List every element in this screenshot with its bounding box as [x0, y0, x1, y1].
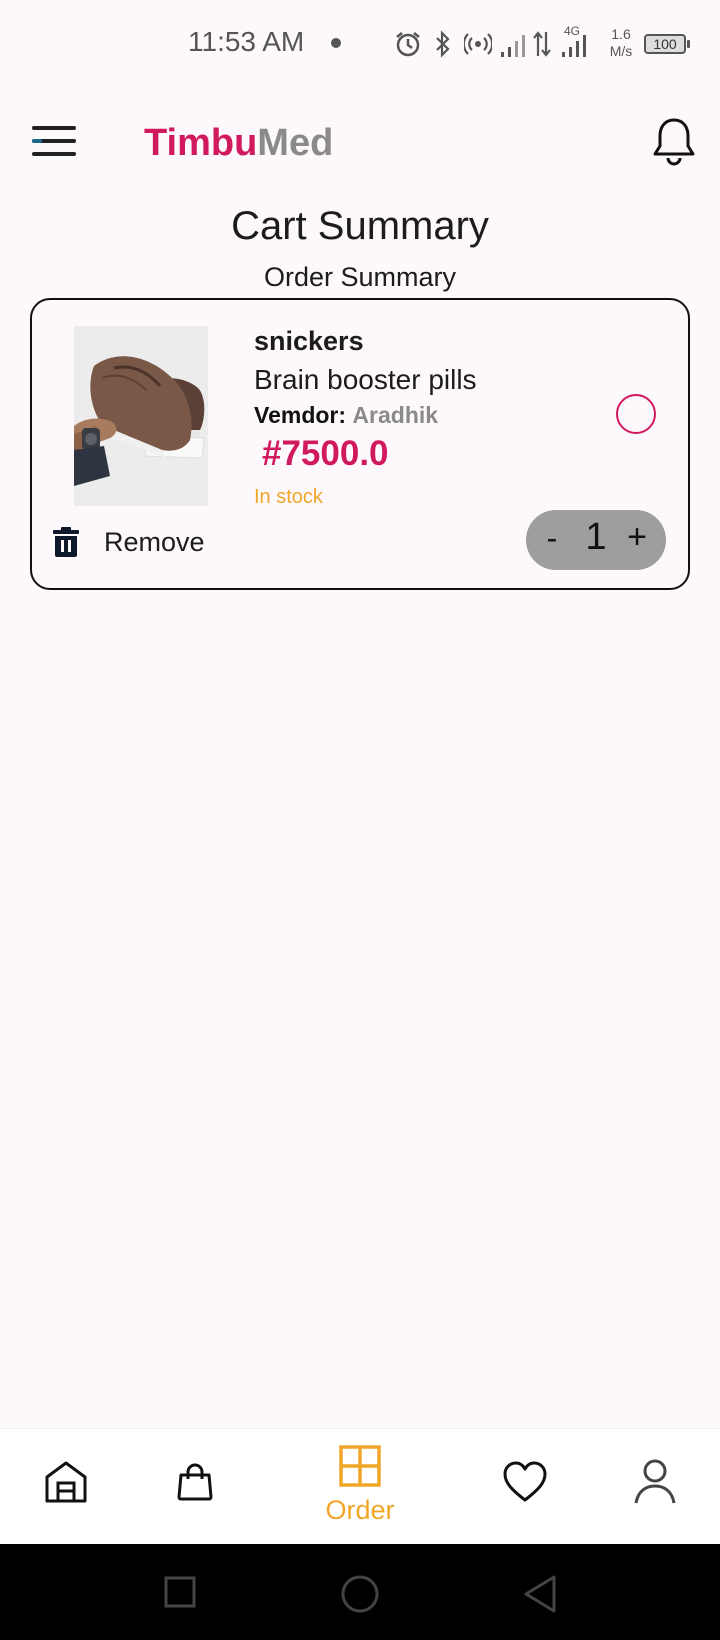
bell-icon	[653, 118, 695, 166]
quantity-value: 1	[585, 516, 607, 558]
recents-button[interactable]	[150, 1544, 210, 1640]
page-title: Cart Summary	[231, 204, 489, 248]
alarm-icon	[396, 32, 420, 57]
quantity-stepper: - 1 +	[526, 510, 666, 570]
home-circle-icon	[341, 1575, 379, 1613]
nav-order-label: Order	[325, 1495, 395, 1525]
menu-line	[32, 152, 76, 156]
network-speed: 1.6 M/s	[609, 26, 633, 59]
nav-order[interactable]: Order	[300, 1429, 420, 1545]
menu-line	[32, 126, 76, 130]
product-price: #7500.0	[262, 434, 389, 473]
vendor-info: Vemdor: Aradhik	[254, 402, 438, 429]
shopping-bag-icon	[177, 1463, 213, 1501]
notification-button[interactable]	[652, 116, 696, 170]
back-button[interactable]	[510, 1544, 570, 1640]
battery-icon: 100	[644, 34, 690, 54]
bluetooth-icon	[436, 30, 450, 58]
system-navigation-bar	[0, 1544, 720, 1640]
select-item-radio[interactable]	[616, 394, 656, 434]
remove-button[interactable]: Remove	[52, 522, 205, 562]
notification-dot	[331, 38, 341, 48]
vendor-label: Vemdor:	[254, 402, 347, 428]
nav-profile[interactable]	[610, 1429, 700, 1545]
brand-part2: Med	[257, 122, 334, 164]
menu-accent	[32, 139, 42, 143]
back-icon	[524, 1575, 556, 1613]
shoe-image	[74, 326, 208, 506]
recents-icon	[164, 1576, 196, 1608]
data-transfer-icon	[533, 31, 551, 57]
increase-quantity-button[interactable]: +	[622, 518, 652, 557]
status-bar: 11:53 AM 4G 1.6 M/s 100	[0, 0, 720, 90]
status-time: 11:53 AM	[188, 26, 305, 57]
decrease-quantity-button[interactable]: -	[540, 520, 564, 557]
home-system-button[interactable]	[330, 1544, 390, 1640]
status-icons: 4G 1.6 M/s 100	[394, 24, 694, 64]
user-icon	[634, 1459, 676, 1504]
home-icon	[45, 1461, 87, 1503]
nav-shop[interactable]	[150, 1429, 240, 1545]
page-subtitle: Order Summary	[263, 262, 457, 292]
product-image	[74, 326, 208, 506]
vendor-name: Aradhik	[352, 402, 439, 428]
grid-icon	[339, 1445, 381, 1487]
app-logo: TimbuMed	[144, 122, 333, 165]
hotspot-icon	[464, 33, 492, 55]
signal-icon	[501, 35, 525, 57]
heart-icon	[503, 1461, 547, 1502]
nav-wishlist[interactable]	[480, 1429, 570, 1545]
bottom-navigation: Order	[0, 1428, 720, 1544]
product-name: snickers	[254, 326, 364, 356]
remove-label: Remove	[104, 526, 205, 557]
signal-4g-icon	[562, 35, 586, 57]
stock-status: In stock	[254, 486, 323, 508]
nav-home[interactable]	[20, 1429, 110, 1545]
product-description: Brain booster pills	[254, 364, 477, 395]
trash-icon	[53, 527, 79, 557]
cart-item-card: snickers Brain booster pills Vemdor: Ara…	[30, 298, 690, 590]
menu-button[interactable]	[32, 124, 78, 160]
brand-part1: Timbu	[144, 122, 258, 164]
